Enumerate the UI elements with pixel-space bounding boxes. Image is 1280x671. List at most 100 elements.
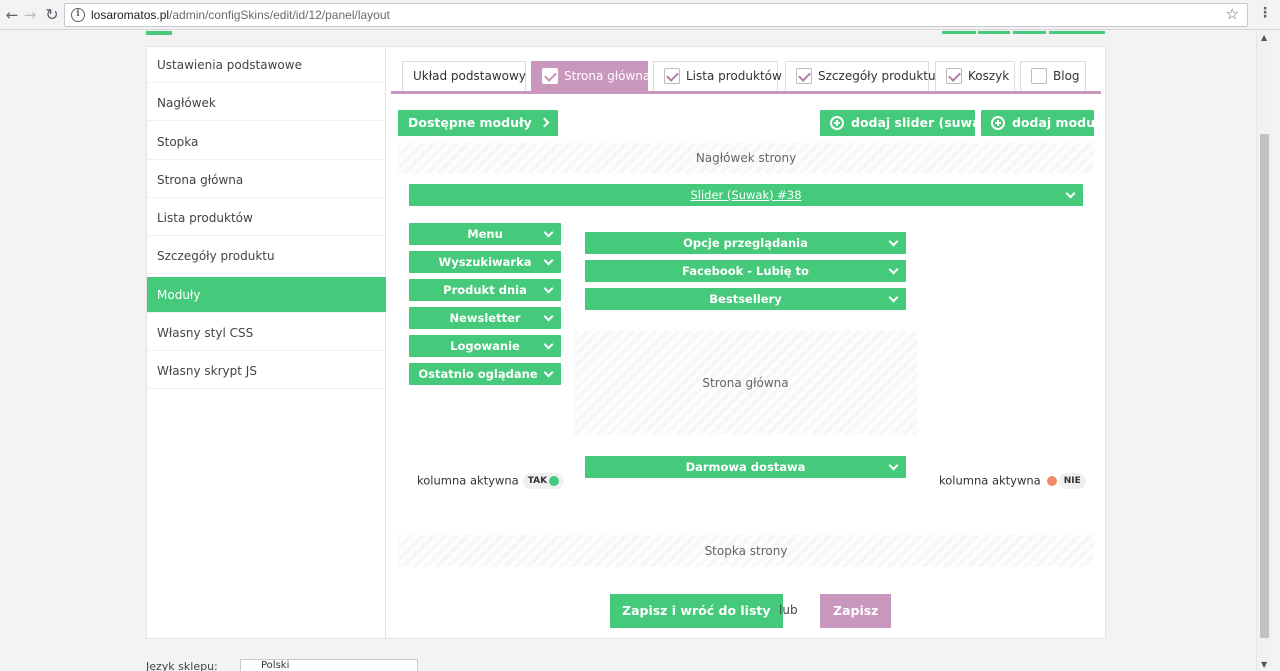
module-login[interactable]: Logowanie bbox=[409, 335, 561, 357]
chevron-down-icon[interactable] bbox=[543, 311, 554, 322]
column-active-toggle[interactable]: NIE bbox=[1058, 473, 1086, 489]
module-product-of-day[interactable]: Produkt dnia bbox=[409, 279, 561, 301]
tab-label: Lista produktów bbox=[686, 69, 782, 83]
save-button[interactable]: Zapisz bbox=[820, 594, 892, 628]
forward-arrow-icon[interactable]: → bbox=[20, 5, 40, 25]
add-module-button[interactable]: dodaj moduł bbox=[981, 110, 1100, 136]
chevron-down-icon[interactable] bbox=[888, 292, 899, 303]
module-label: Wyszukiwarka bbox=[438, 255, 532, 269]
tab-label: Układ podstawowy bbox=[413, 69, 526, 83]
bookmark-star-icon[interactable]: ☆ bbox=[1226, 5, 1239, 23]
module-recently-viewed[interactable]: Ostatnio oglądane bbox=[409, 363, 561, 385]
scroll-down-icon[interactable]: ▼ bbox=[1261, 660, 1267, 669]
module-label: Logowanie bbox=[450, 339, 520, 353]
chevron-down-icon[interactable] bbox=[543, 283, 554, 294]
module-label: Menu bbox=[467, 227, 503, 241]
column-status-label: kolumna aktywna bbox=[417, 473, 519, 488]
chevron-right-icon bbox=[539, 117, 550, 128]
add-module-label: dodaj moduł bbox=[1012, 115, 1100, 130]
module-facebook-like[interactable]: Facebook - Lubię to bbox=[585, 260, 906, 282]
sidebar-item-product-details[interactable]: Szczegóły produktu bbox=[147, 238, 386, 274]
slider-module[interactable]: Slider (Suwak) #38 bbox=[409, 184, 1083, 206]
toggle-dot-icon bbox=[549, 475, 560, 486]
toggle-value: NIE bbox=[1063, 476, 1081, 486]
sidebar-item-basic-settings[interactable]: Ustawienia podstawowe bbox=[147, 47, 386, 83]
main-content-zone: Strona główna bbox=[574, 331, 917, 435]
reload-icon[interactable]: ↻ bbox=[42, 5, 62, 25]
toggle-value: TAK bbox=[527, 476, 548, 486]
main-zone-label: Strona główna bbox=[702, 376, 789, 390]
sidebar-item-home[interactable]: Strona główna bbox=[147, 162, 386, 198]
save-and-back-button[interactable]: Zapisz i wróć do listy bbox=[610, 594, 783, 628]
tab-label: Szczegóły produktu bbox=[818, 69, 936, 83]
module-label: Opcje przeglądania bbox=[683, 236, 808, 250]
page-scrollbar[interactable]: ▲ ▼ bbox=[1256, 31, 1272, 671]
module-search[interactable]: Wyszukiwarka bbox=[409, 251, 561, 273]
tab-home[interactable]: Strona główna bbox=[531, 61, 651, 91]
settings-sidebar: Ustawienia podstawowe Nagłówek Stopka St… bbox=[147, 47, 386, 638]
store-language-label: Język sklepu: bbox=[146, 660, 218, 671]
sidebar-item-custom-js[interactable]: Własny skrypt JS bbox=[147, 353, 386, 389]
column-active-toggle[interactable]: TAK bbox=[522, 473, 565, 489]
module-label: Produkt dnia bbox=[443, 283, 527, 297]
chevron-down-icon[interactable] bbox=[543, 339, 554, 350]
sidebar-item-modules[interactable]: Moduły bbox=[147, 277, 386, 313]
sidebar-item-header[interactable]: Nagłówek bbox=[147, 85, 386, 121]
browser-menu-icon[interactable]: ⋮ bbox=[1258, 6, 1272, 20]
module-bestsellers[interactable]: Bestsellery bbox=[585, 288, 906, 310]
add-slider-button[interactable]: dodaj slider (suwak) bbox=[820, 110, 995, 136]
chevron-down-icon[interactable] bbox=[888, 236, 899, 247]
chevron-down-icon[interactable] bbox=[543, 367, 554, 378]
checkbox-icon[interactable] bbox=[542, 67, 558, 84]
url-text[interactable]: losaromatos.pl/admin/configSkins/edit/id… bbox=[91, 8, 390, 22]
tab-cart[interactable]: Koszyk bbox=[935, 61, 1015, 91]
footer-zone-label: Stopka strony bbox=[704, 544, 788, 558]
module-newsletter[interactable]: Newsletter bbox=[409, 307, 561, 329]
header-action-sliver[interactable] bbox=[942, 31, 976, 34]
scroll-up-icon[interactable]: ▲ bbox=[1261, 33, 1267, 42]
chevron-down-icon[interactable] bbox=[543, 255, 554, 266]
tab-blog[interactable]: Blog bbox=[1020, 61, 1086, 91]
sidebar-item-footer[interactable]: Stopka bbox=[147, 124, 386, 160]
address-bar[interactable]: i losaromatos.pl/admin/configSkins/edit/… bbox=[64, 3, 1248, 27]
available-modules-button[interactable]: Dostępne moduły bbox=[398, 110, 558, 136]
module-free-shipping[interactable]: Darmowa dostawa bbox=[585, 456, 906, 478]
chevron-down-icon[interactable] bbox=[543, 227, 554, 238]
header-action-sliver[interactable] bbox=[1049, 31, 1105, 34]
checkbox-icon[interactable] bbox=[946, 67, 962, 84]
checkbox-icon[interactable] bbox=[1031, 67, 1047, 84]
module-menu[interactable]: Menu bbox=[409, 223, 561, 245]
browser-toolbar: ← → ↻ i losaromatos.pl/admin/configSkins… bbox=[0, 0, 1280, 30]
checkbox-icon[interactable] bbox=[664, 67, 680, 84]
store-language-select[interactable]: Polski bbox=[240, 659, 418, 671]
available-modules-label: Dostępne moduły bbox=[408, 115, 532, 130]
tab-label: Strona główna bbox=[564, 69, 651, 83]
tab-underline bbox=[391, 91, 1101, 94]
chevron-down-icon[interactable] bbox=[1065, 188, 1076, 199]
tab-product-details[interactable]: Szczegóły produktu bbox=[785, 61, 936, 91]
checkbox-icon[interactable] bbox=[796, 67, 812, 84]
sidebar-item-custom-css[interactable]: Własny styl CSS bbox=[147, 315, 386, 351]
sidebar-item-product-list[interactable]: Lista produktów bbox=[147, 200, 386, 236]
slider-module-label[interactable]: Slider (Suwak) #38 bbox=[690, 184, 801, 206]
header-button-sliver[interactable] bbox=[146, 31, 172, 35]
header-zone: Nagłówek strony bbox=[398, 143, 1094, 173]
back-arrow-icon[interactable]: ← bbox=[2, 5, 22, 25]
left-column-status: kolumna aktywna TAK bbox=[417, 473, 565, 489]
plus-circle-icon bbox=[991, 115, 1005, 130]
url-host: losaromatos.pl bbox=[91, 8, 170, 22]
tab-label: Koszyk bbox=[968, 69, 1010, 83]
tab-product-list[interactable]: Lista produktów bbox=[653, 61, 782, 91]
info-icon[interactable]: i bbox=[71, 8, 85, 22]
plus-circle-icon bbox=[830, 115, 844, 130]
module-browse-options[interactable]: Opcje przeglądania bbox=[585, 232, 906, 254]
chevron-down-icon[interactable] bbox=[888, 460, 899, 471]
header-action-sliver[interactable] bbox=[978, 31, 1010, 34]
scroll-thumb[interactable] bbox=[1260, 134, 1269, 638]
module-label: Facebook - Lubię to bbox=[682, 264, 809, 278]
module-label: Bestsellery bbox=[709, 292, 782, 306]
chevron-down-icon[interactable] bbox=[888, 264, 899, 275]
tab-basic-layout[interactable]: Układ podstawowy bbox=[402, 61, 526, 91]
module-label: Darmowa dostawa bbox=[685, 460, 806, 474]
header-action-sliver[interactable] bbox=[1013, 31, 1046, 34]
